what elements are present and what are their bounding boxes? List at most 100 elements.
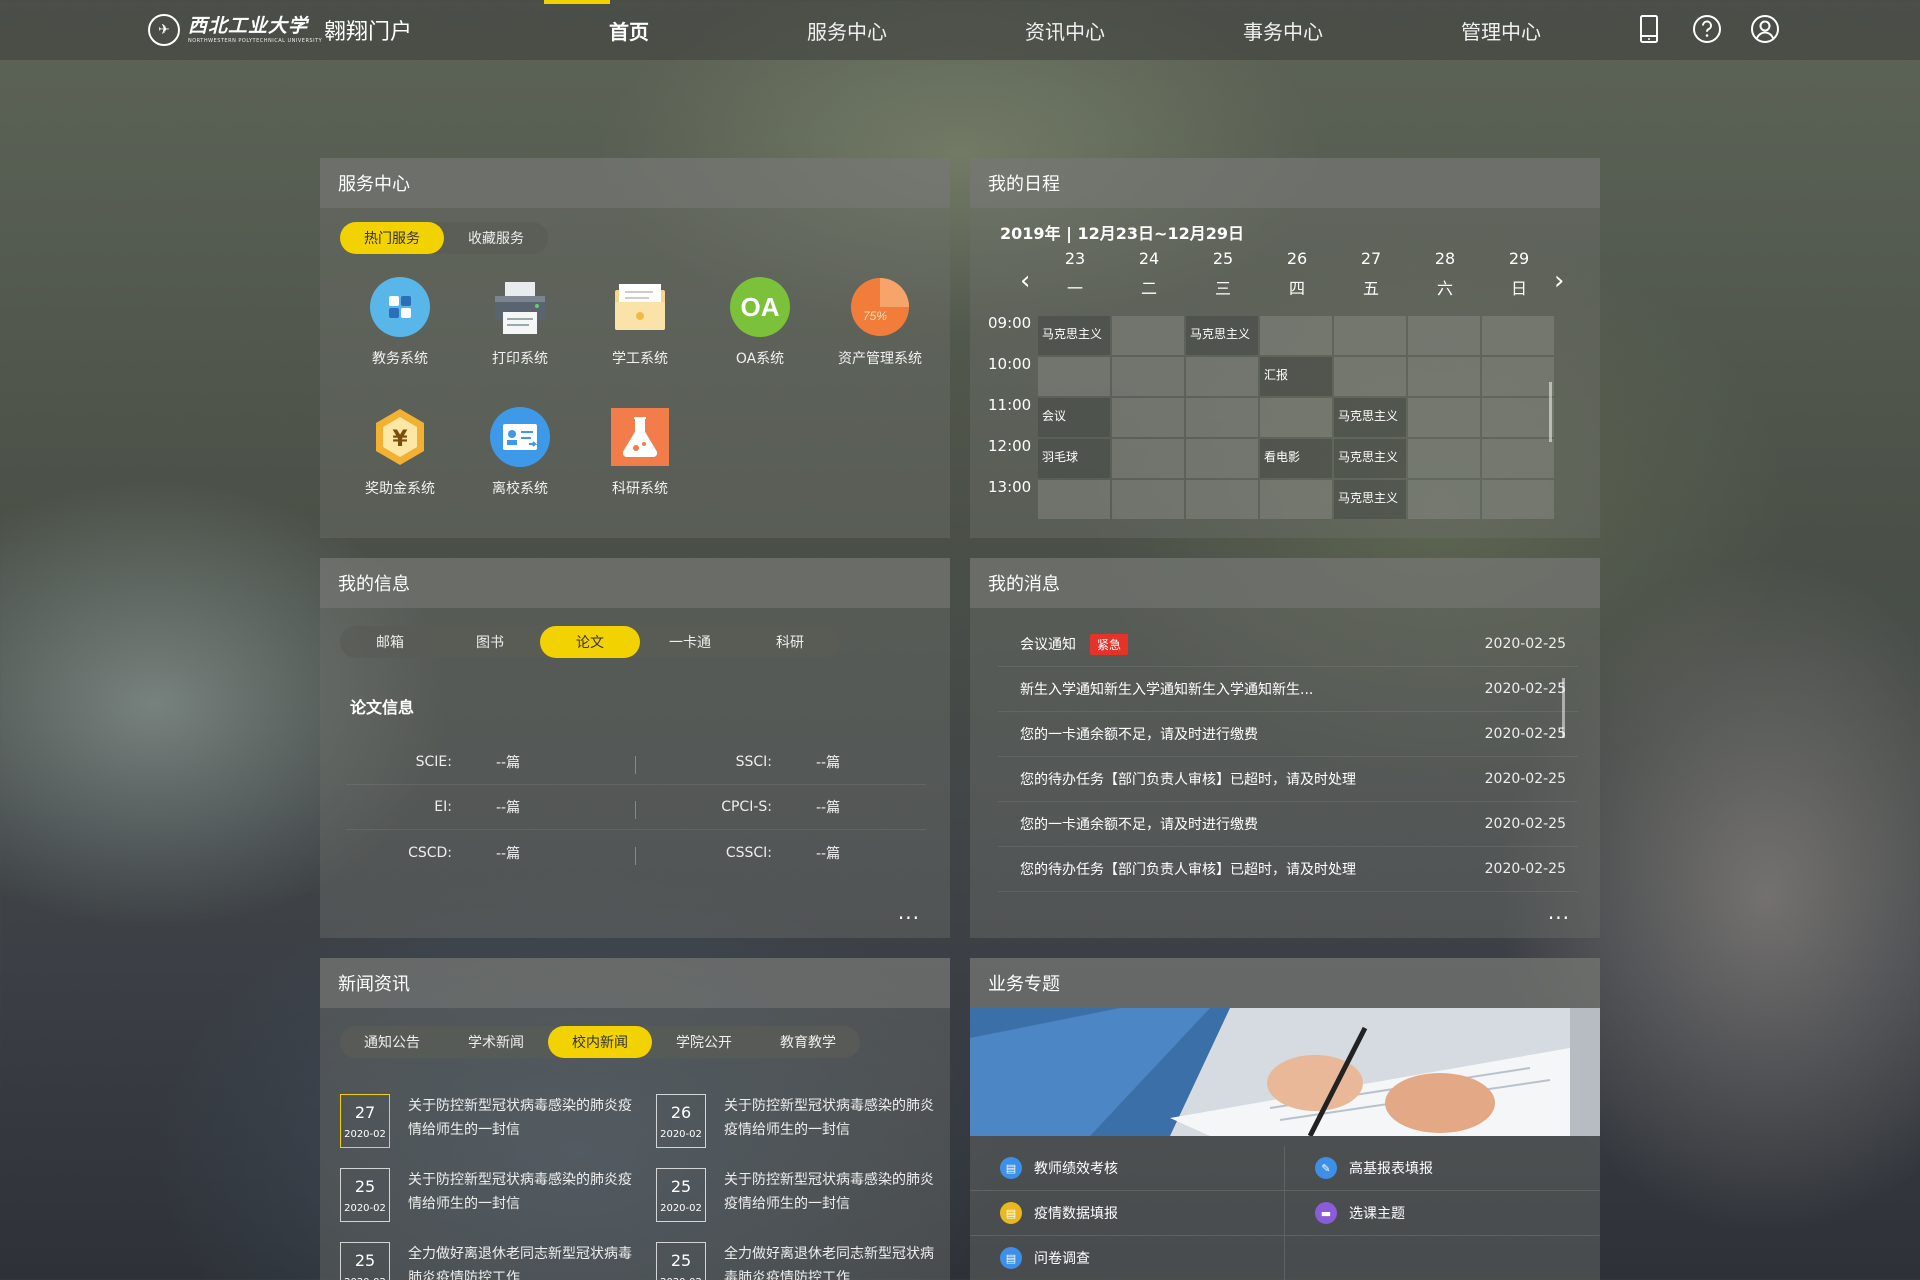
topics-banner-image [970,1008,1600,1136]
topic-course-selection[interactable]: ▬ 选课主题 [1285,1191,1600,1235]
tab-notices[interactable]: 通知公告 [340,1026,444,1058]
schedule-event[interactable]: 马克思主义 [1334,439,1406,478]
schedule-cell[interactable] [1260,316,1332,355]
message-row[interactable]: 会议通知 紧急 2020-02-25 [998,622,1578,667]
schedule-scrollbar[interactable] [1549,382,1552,442]
message-row[interactable]: 新生入学通知新生入学通知新生入学通知新生... 2020-02-25 [998,667,1578,712]
service-research[interactable]: 科研系统 [580,406,700,498]
service-oa[interactable]: OA OA系统 [700,276,820,368]
schedule-cell[interactable] [1408,480,1480,519]
tab-college-disclosure[interactable]: 学院公开 [652,1026,756,1058]
tab-campus-news[interactable]: 校内新闻 [548,1026,652,1058]
tab-campus-card[interactable]: 一卡通 [640,626,740,658]
news-item[interactable]: 25 2020-02 关于防控新型冠状病毒感染的肺炎疫情给师生的一封信 [656,1168,940,1222]
message-row[interactable]: 您的待办任务【部门负责人审核】已超时，请及时处理 2020-02-25 [998,847,1578,892]
topic-epidemic-data[interactable]: ▤ 疫情数据填报 [970,1191,1285,1235]
more-messages-button[interactable]: ... [1548,900,1570,924]
chevron-left-icon[interactable]: ‹ [1020,266,1030,296]
tab-papers[interactable]: 论文 [540,626,640,658]
user-icon[interactable] [1748,12,1782,46]
tab-mailbox[interactable]: 邮箱 [340,626,440,658]
schedule-cell[interactable] [1112,316,1184,355]
schedule-cell[interactable] [1408,357,1480,396]
service-center-title: 服务中心 [320,158,950,208]
tab-favorite-services[interactable]: 收藏服务 [444,222,548,254]
schedule-cell[interactable] [1482,316,1554,355]
schedule-cell[interactable] [1334,316,1406,355]
schedule-day[interactable]: 26 四 [1260,244,1334,304]
topic-survey[interactable]: ▤ 问卷调查 [970,1236,1285,1280]
schedule-cell[interactable] [1482,357,1554,396]
nav-affairs-center[interactable]: 事务中心 [1174,0,1392,60]
topic-teacher-performance[interactable]: ▤ 教师绩效考核 [970,1146,1285,1190]
schedule-day[interactable]: 28 六 [1408,244,1482,304]
message-date: 2020-02-25 [1484,771,1566,787]
nav-management-center[interactable]: 管理中心 [1392,0,1610,60]
schedule-day[interactable]: 24 二 [1112,244,1186,304]
schedule-cell[interactable] [1112,439,1184,478]
schedule-day[interactable]: 25 三 [1186,244,1260,304]
schedule-cell[interactable] [1186,398,1258,437]
service-academic-affairs[interactable]: 教务系统 [340,276,460,368]
message-text: 您的待办任务【部门负责人审核】已超时，请及时处理 [1020,862,1356,878]
message-row[interactable]: 您的一卡通余额不足，请及时进行缴费 2020-02-25 [998,802,1578,847]
news-item[interactable]: 26 2020-02 关于防控新型冠状病毒感染的肺炎疫情给师生的一封信 [656,1094,940,1148]
schedule-day[interactable]: 23 一 [1038,244,1112,304]
schedule-day[interactable]: 29 日 [1482,244,1556,304]
nav-home[interactable]: 首页 [520,0,738,60]
schedule-event[interactable]: 马克思主义 [1334,480,1406,519]
news-year-month: 2020-02 [344,1128,386,1140]
service-departure[interactable]: 离校系统 [460,406,580,498]
news-item[interactable]: 25 2020-02 关于防控新型冠状病毒感染的肺炎疫情给师生的一封信 [340,1168,656,1222]
university-logo[interactable]: ✈ 西北工业大学 NORTHWESTERN POLYTECHNICAL UNIV… [148,14,322,46]
schedule-cell[interactable] [1038,357,1110,396]
nav-news-center[interactable]: 资讯中心 [956,0,1174,60]
schedule-cell[interactable] [1482,398,1554,437]
schedule-cell[interactable] [1112,480,1184,519]
schedule-cell[interactable] [1186,480,1258,519]
schedule-event[interactable]: 马克思主义 [1186,316,1258,355]
schedule-cell[interactable] [1112,357,1184,396]
tablet-icon[interactable] [1632,12,1666,46]
schedule-cell[interactable] [1482,480,1554,519]
folder-icon [609,276,671,338]
schedule-event[interactable]: 马克思主义 [1038,316,1110,355]
schedule-cell[interactable] [1112,398,1184,437]
more-info-button[interactable]: ... [898,900,920,924]
schedule-cell[interactable] [1260,480,1332,519]
messages-scrollbar[interactable] [1562,678,1565,738]
schedule-cell[interactable] [1334,357,1406,396]
message-row[interactable]: 您的一卡通余额不足，请及时进行缴费 2020-02-25 [998,712,1578,757]
tab-hot-services[interactable]: 热门服务 [340,222,444,254]
tab-research[interactable]: 科研 [740,626,840,658]
message-row[interactable]: 您的待办任务【部门负责人审核】已超时，请及时处理 2020-02-25 [998,757,1578,802]
schedule-cell[interactable] [1408,439,1480,478]
tab-education[interactable]: 教育教学 [756,1026,860,1058]
schedule-event[interactable]: 马克思主义 [1334,398,1406,437]
schedule-cell[interactable] [1408,316,1480,355]
info-value: --篇 [816,755,841,771]
topic-report-filing[interactable]: ✎ 高基报表填报 [1285,1146,1600,1190]
schedule-event[interactable]: 羽毛球 [1038,439,1110,478]
schedule-day[interactable]: 27 五 [1334,244,1408,304]
news-item[interactable]: 27 2020-02 关于防控新型冠状病毒感染的肺炎疫情给师生的一封信 [340,1094,656,1148]
service-scholarship[interactable]: ¥ 奖助金系统 [340,406,460,498]
service-printing[interactable]: 打印系统 [460,276,580,368]
nav-service-center[interactable]: 服务中心 [738,0,956,60]
schedule-event[interactable]: 看电影 [1260,439,1332,478]
help-icon[interactable] [1690,12,1724,46]
schedule-cell[interactable] [1482,439,1554,478]
schedule-event[interactable]: 会议 [1038,398,1110,437]
schedule-cell[interactable] [1186,357,1258,396]
news-item[interactable]: 25 2020-02 全力做好离退休老同志新型冠状病毒肺炎疫情防控工作 [656,1242,940,1280]
service-asset-management[interactable]: 75% 资产管理系统 [820,276,940,368]
schedule-cell[interactable] [1260,398,1332,437]
service-student-affairs[interactable]: 学工系统 [580,276,700,368]
tab-library[interactable]: 图书 [440,626,540,658]
schedule-cell[interactable] [1186,439,1258,478]
news-item[interactable]: 25 2020-02 全力做好离退休老同志新型冠状病毒肺炎疫情防控工作 [340,1242,656,1280]
schedule-event[interactable]: 汇报 [1260,357,1332,396]
tab-academic-news[interactable]: 学术新闻 [444,1026,548,1058]
schedule-cell[interactable] [1038,480,1110,519]
schedule-cell[interactable] [1408,398,1480,437]
